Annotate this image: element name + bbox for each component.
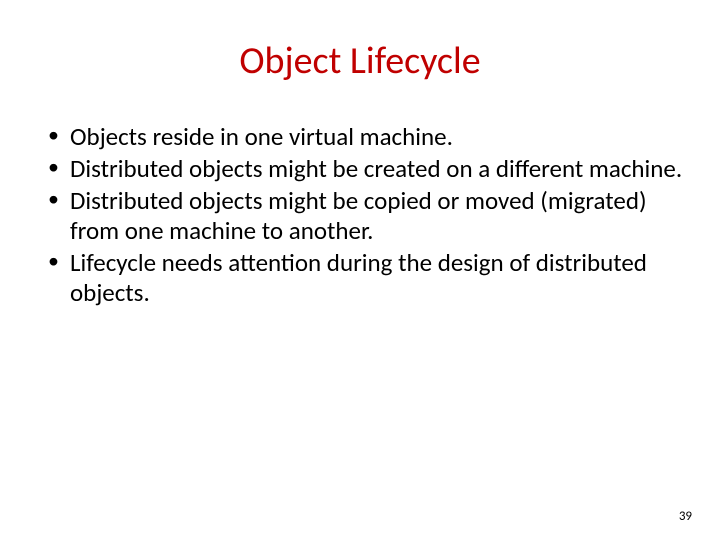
slide-title: Object Lifecycle xyxy=(30,38,690,84)
bullet-item: Distributed objects might be created on … xyxy=(48,154,690,184)
page-number: 39 xyxy=(679,509,692,524)
bullet-list: Objects reside in one virtual machine. D… xyxy=(30,122,690,308)
bullet-item: Distributed objects might be copied or m… xyxy=(48,186,690,246)
slide-container: Object Lifecycle Objects reside in one v… xyxy=(0,0,720,540)
bullet-item: Objects reside in one virtual machine. xyxy=(48,122,690,152)
bullet-item: Lifecycle needs attention during the des… xyxy=(48,248,690,308)
